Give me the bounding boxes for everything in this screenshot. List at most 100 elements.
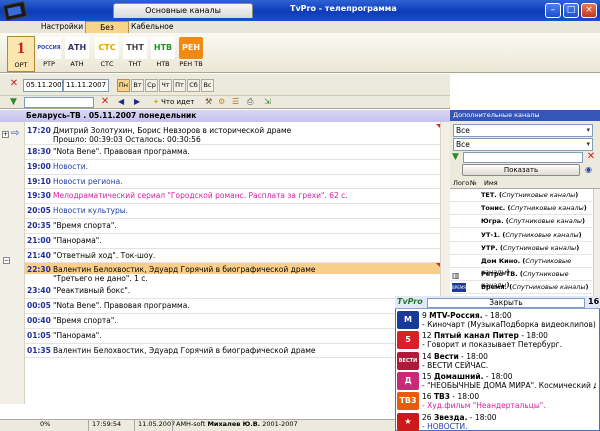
- popup-item-number: 14: [422, 351, 432, 361]
- day-button[interactable]: Сб: [187, 79, 200, 92]
- search-input[interactable]: [24, 97, 94, 108]
- extra-channel-row[interactable]: Дом Кино. (Спутниковые каналы): [450, 256, 592, 276]
- column-number[interactable]: №: [470, 178, 477, 188]
- channel-button[interactable]: ТНТ ТНТ: [121, 36, 149, 72]
- popup-item-number: 12: [422, 331, 432, 341]
- program-row[interactable]: 21:00 "Панорама".: [25, 234, 440, 249]
- column-logo[interactable]: Лого: [453, 178, 469, 188]
- popup-item-time: 18:00: [466, 351, 488, 361]
- channel-button[interactable]: АТН АТН: [63, 36, 91, 72]
- popup-item[interactable]: ★ 26 Звезда. - 18:00- НОВОСТИ.: [396, 412, 596, 431]
- popup-close-button[interactable]: Закрыть: [427, 298, 585, 308]
- day-button[interactable]: Вс: [201, 79, 214, 92]
- program-row[interactable]: 20:05 Новости культуры.: [25, 204, 440, 219]
- date-to-input[interactable]: 11.11.2007: [63, 79, 109, 92]
- clear-date-icon[interactable]: ✕: [8, 78, 20, 89]
- program-title: Валентин Белохвостик, Эдуард Горячий в б…: [53, 265, 316, 275]
- channel-label: НТВ: [156, 60, 170, 68]
- minimize-button[interactable]: –: [545, 3, 561, 18]
- channel-button[interactable]: НТВ НТВ: [149, 36, 177, 72]
- program-row[interactable]: 22:30 Валентин Белохвостик, Эдуард Горячи…: [25, 263, 440, 285]
- extra-channel-row[interactable]: Ретро-ТВ. (Спутниковые каналы) ▥: [450, 269, 592, 289]
- close-window-button[interactable]: ×: [581, 3, 597, 18]
- extra-channel-name: Ретро-ТВ.: [481, 270, 518, 279]
- program-time: 01:05: [27, 330, 51, 340]
- tool-icon[interactable]: ⚒: [205, 97, 212, 106]
- list-icon[interactable]: ☰: [232, 97, 239, 106]
- whats-on-button[interactable]: ✦ Что идет: [153, 97, 199, 108]
- extra-channel-row[interactable]: УТР. (Спутниковые каналы): [450, 243, 592, 255]
- prev-arrow-icon[interactable]: ◀: [118, 97, 124, 106]
- program-row[interactable]: 00:40 "Время спорта".: [25, 314, 440, 329]
- extra-channel-row[interactable]: Тонис. (Спутниковые каналы): [450, 203, 592, 216]
- export-icon[interactable]: ⇲: [264, 97, 271, 106]
- ribbon-group-title: Основные каналы: [113, 3, 253, 18]
- program-row[interactable]: 18:30 "Nota Bene". Правовая программа.: [25, 145, 440, 160]
- channel-list-header: Лого № Имя: [450, 178, 600, 189]
- maximize-button[interactable]: □: [563, 3, 579, 18]
- program-time: 17:20: [27, 126, 51, 135]
- program-title: "Панорама".: [53, 235, 102, 245]
- tab-cable[interactable]: Кабельное: [131, 21, 173, 33]
- extra-channel-row[interactable]: Время. (Спутниковые каналы) ВРЕМЯ: [450, 282, 592, 295]
- window-title: TvPro - телепрограмма: [290, 4, 397, 13]
- program-row[interactable]: 20:35 "Время спорта".: [25, 219, 440, 234]
- program-row[interactable]: 17:20 Дмитрий Золотухин, Борис Невзоров в…: [25, 124, 440, 145]
- channel-search-input[interactable]: [463, 152, 583, 163]
- extra-channel-row[interactable]: ТЕТ. (Спутниковые каналы): [450, 190, 592, 202]
- expand-icon[interactable]: −: [3, 257, 10, 264]
- expand-icon[interactable]: +: [2, 131, 9, 138]
- extra-channel-row[interactable]: УТ-1. (Спутниковые каналы): [450, 230, 592, 242]
- channel-label: РТР: [43, 60, 55, 68]
- filter-icon[interactable]: ▼: [452, 152, 459, 162]
- program-time: 19:00: [27, 161, 51, 171]
- tab-no-group[interactable]: Без группы: [85, 21, 129, 43]
- clear-channel-search-icon[interactable]: ✕: [585, 151, 597, 162]
- date-from-input[interactable]: 05.11.2007: [23, 79, 66, 92]
- program-row[interactable]: 01:35 Валентин Белохвостик, Эдуард Горячи…: [25, 344, 440, 359]
- program-time: 19:10: [27, 176, 51, 186]
- show-button[interactable]: Показать: [462, 164, 580, 176]
- program-row[interactable]: 23:40 "Реактивный бокс".: [25, 284, 440, 300]
- extra-channel-name: Время.: [481, 283, 507, 292]
- channel-logo-icon: НТВ: [151, 37, 175, 59]
- program-time: 23:40: [27, 286, 51, 296]
- settings-icon[interactable]: ⚙: [218, 97, 225, 106]
- channel-logo-icon: ВРЕМЯ: [452, 283, 466, 293]
- eye-icon[interactable]: ◉: [585, 165, 592, 174]
- print-icon[interactable]: ⎙: [247, 97, 253, 107]
- channel-button[interactable]: 1 ОРТ: [7, 36, 35, 72]
- extra-channel-category: Спутниковые каналы: [512, 283, 586, 292]
- day-button[interactable]: Пн: [117, 79, 130, 92]
- day-button[interactable]: Ср: [145, 79, 158, 92]
- category-filter-select[interactable]: Все: [453, 138, 593, 151]
- popup-item-time: 18:00: [490, 371, 513, 381]
- day-button[interactable]: Пт: [173, 79, 186, 92]
- channel-list-scrollbar[interactable]: [593, 189, 600, 296]
- channel-button[interactable]: СТС СТС: [93, 36, 121, 72]
- channel-button[interactable]: РОССИЯ РТР: [35, 36, 63, 72]
- program-row[interactable]: 19:00 Новости.: [25, 160, 440, 175]
- popup-item-time: 18:00: [457, 392, 480, 402]
- filter-icon[interactable]: ▼: [10, 97, 17, 107]
- column-name[interactable]: Имя: [484, 178, 498, 188]
- popup-item-heading: 12 Пятый канал Питер - 18:00: [422, 331, 548, 341]
- program-row[interactable]: 21:40 "Ответный ход". Ток-шоу.: [25, 249, 440, 264]
- next-arrow-icon[interactable]: ▶: [134, 97, 140, 106]
- popup-item-heading: 15 Домашний. - 18:00: [422, 371, 513, 381]
- popup-item-heading: 16 ТВ3 - 18:00: [422, 392, 480, 402]
- program-row[interactable]: 00:05 "Nota Bene". Правовая программа.: [25, 299, 440, 314]
- program-details: Прошло: 00:39:03 Осталось: 00:30:56: [53, 135, 201, 144]
- tab-settings[interactable]: Настройки: [40, 21, 84, 33]
- day-button[interactable]: Вт: [131, 79, 144, 92]
- program-time: 21:40: [27, 250, 51, 260]
- day-button[interactable]: Чт: [159, 79, 172, 92]
- clear-search-icon[interactable]: ✕: [99, 96, 111, 107]
- channel-button[interactable]: РЕН РЕН ТВ: [177, 36, 205, 72]
- program-row[interactable]: 19:30 Мелодраматический сериал "Городской…: [25, 189, 440, 205]
- program-row[interactable]: 19:10 Новости региона.: [25, 175, 440, 190]
- group-filter-select[interactable]: Все: [453, 124, 593, 137]
- status-progress: 0%: [40, 420, 51, 428]
- extra-channel-row[interactable]: Югра. (Спутниковые каналы): [450, 216, 592, 229]
- program-row[interactable]: 01:05 "Панорама".: [25, 329, 440, 344]
